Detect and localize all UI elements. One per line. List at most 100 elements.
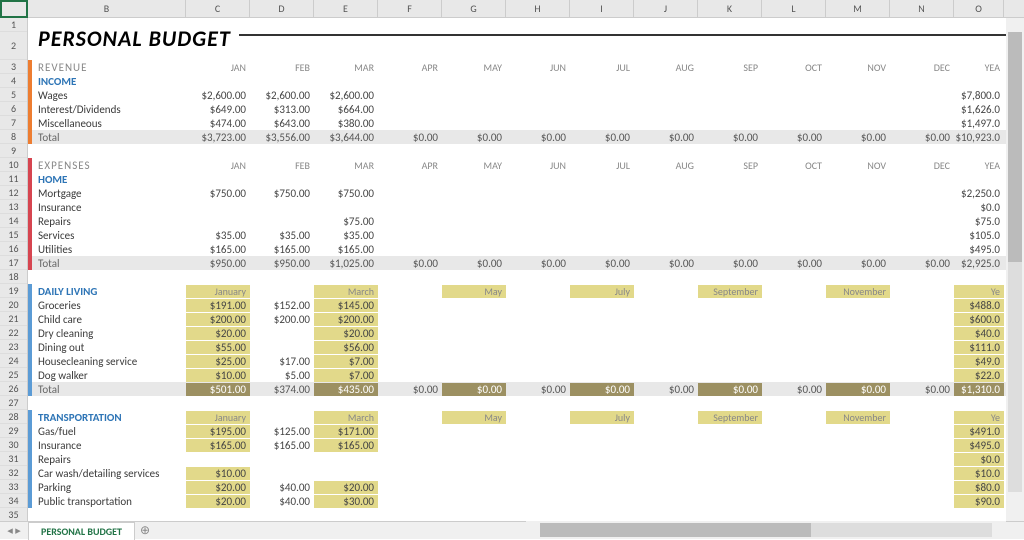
data-cell[interactable]: $7.00	[314, 369, 378, 382]
data-cell[interactable]: $495.0	[954, 243, 1004, 256]
data-cell[interactable]: $195.00	[186, 425, 250, 438]
data-cell[interactable]: $664.00	[314, 103, 378, 116]
data-cell[interactable]: $7.00	[314, 355, 378, 368]
total-cell[interactable]: $3,644.00	[314, 131, 378, 144]
data-cell[interactable]: $165.00	[314, 243, 378, 256]
row-header-18[interactable]: 18	[0, 270, 27, 284]
select-all-corner[interactable]	[0, 0, 28, 18]
data-cell[interactable]: $10.0	[954, 467, 1004, 480]
row-header-1[interactable]: 1	[0, 18, 27, 32]
data-cell[interactable]: $191.00	[186, 299, 250, 312]
total-cell[interactable]: $0.00	[442, 131, 506, 144]
col-header-E[interactable]: E	[314, 0, 378, 18]
data-cell[interactable]: $20.00	[186, 481, 250, 494]
total-cell[interactable]: $435.00	[314, 383, 378, 396]
data-cell[interactable]: $75.0	[954, 215, 1004, 228]
total-cell[interactable]: $0.00	[698, 383, 762, 396]
data-cell[interactable]: $491.0	[954, 425, 1004, 438]
data-cell[interactable]: $2,600.00	[186, 89, 250, 102]
data-cell[interactable]: $125.00	[250, 425, 314, 438]
col-header-I[interactable]: I	[570, 0, 634, 18]
row-header-20[interactable]: 20	[0, 298, 27, 312]
data-cell[interactable]: $5.00	[250, 369, 314, 382]
total-cell[interactable]: $0.00	[506, 131, 570, 144]
row-header-21[interactable]: 21	[0, 312, 27, 326]
data-cell[interactable]: $200.00	[250, 313, 314, 326]
total-cell[interactable]: $0.00	[506, 257, 570, 270]
row-header-35[interactable]: 35	[0, 508, 27, 521]
add-sheet-button[interactable]: ⊕	[135, 523, 155, 538]
col-header-O[interactable]: O	[954, 0, 1004, 18]
data-cell[interactable]: $20.00	[314, 481, 378, 494]
data-cell[interactable]: $20.00	[186, 327, 250, 340]
data-cell[interactable]: $750.00	[314, 187, 378, 200]
row-header-3[interactable]: 3	[0, 60, 27, 74]
row-header-15[interactable]: 15	[0, 228, 27, 242]
total-cell[interactable]: $0.00	[826, 383, 890, 396]
col-header-L[interactable]: L	[762, 0, 826, 18]
horizontal-scrollbar[interactable]	[526, 521, 1006, 539]
row-header-33[interactable]: 33	[0, 480, 27, 494]
total-cell[interactable]: $2,925.0	[954, 257, 1004, 270]
row-header-17[interactable]: 17	[0, 256, 27, 270]
total-cell[interactable]: $0.00	[570, 383, 634, 396]
row-header-24[interactable]: 24	[0, 354, 27, 368]
total-cell[interactable]: $0.00	[378, 383, 442, 396]
total-cell[interactable]: $0.00	[698, 257, 762, 270]
data-cell[interactable]: $17.00	[250, 355, 314, 368]
total-cell[interactable]: $0.00	[762, 257, 826, 270]
row-header-16[interactable]: 16	[0, 242, 27, 256]
data-cell[interactable]: $75.00	[314, 215, 378, 228]
row-header-29[interactable]: 29	[0, 424, 27, 438]
total-cell[interactable]: $501.00	[186, 383, 250, 396]
row-header-2[interactable]: 2	[0, 32, 27, 60]
hscroll-thumb[interactable]	[540, 523, 811, 537]
total-cell[interactable]: $0.00	[698, 131, 762, 144]
col-header-B[interactable]: B	[28, 0, 186, 18]
total-cell[interactable]: $0.00	[442, 383, 506, 396]
data-cell[interactable]: $49.0	[954, 355, 1004, 368]
tab-nav-prev[interactable]: ◂ ▸	[0, 524, 28, 537]
total-cell[interactable]: $950.00	[186, 257, 250, 270]
row-header-34[interactable]: 34	[0, 494, 27, 508]
row-header-19[interactable]: 19	[0, 284, 27, 298]
data-cell[interactable]: $7,800.0	[954, 89, 1004, 102]
data-cell[interactable]: $40.0	[954, 327, 1004, 340]
total-cell[interactable]: $0.00	[634, 131, 698, 144]
data-cell[interactable]: $25.00	[186, 355, 250, 368]
data-cell[interactable]: $200.00	[186, 313, 250, 326]
total-cell[interactable]: $0.00	[826, 131, 890, 144]
sheet-tab-active[interactable]: PERSONAL BUDGET	[28, 522, 135, 540]
data-cell[interactable]: $0.0	[954, 201, 1004, 214]
data-cell[interactable]: $165.00	[250, 439, 314, 452]
row-header-7[interactable]: 7	[0, 116, 27, 130]
total-cell[interactable]: $0.00	[890, 383, 954, 396]
data-cell[interactable]: $380.00	[314, 117, 378, 130]
data-cell[interactable]: $40.00	[250, 481, 314, 494]
col-header-D[interactable]: D	[250, 0, 314, 18]
data-cell[interactable]: $165.00	[314, 439, 378, 452]
data-cell[interactable]: $35.00	[314, 229, 378, 242]
row-header-6[interactable]: 6	[0, 102, 27, 116]
data-cell[interactable]: $649.00	[186, 103, 250, 116]
total-cell[interactable]: $0.00	[570, 131, 634, 144]
row-header-11[interactable]: 11	[0, 172, 27, 186]
data-cell[interactable]: $488.0	[954, 299, 1004, 312]
col-header-G[interactable]: G	[442, 0, 506, 18]
data-cell[interactable]: $56.00	[314, 341, 378, 354]
data-cell[interactable]: $600.0	[954, 313, 1004, 326]
row-header-28[interactable]: 28	[0, 410, 27, 424]
data-cell[interactable]: $1,626.0	[954, 103, 1004, 116]
row-header-27[interactable]: 27	[0, 396, 27, 410]
total-cell[interactable]: $0.00	[506, 383, 570, 396]
data-cell[interactable]: $200.00	[314, 313, 378, 326]
data-cell[interactable]: $1,497.0	[954, 117, 1004, 130]
row-header-12[interactable]: 12	[0, 186, 27, 200]
row-header-14[interactable]: 14	[0, 214, 27, 228]
data-cell[interactable]: $20.00	[314, 327, 378, 340]
data-cell[interactable]: $40.00	[250, 495, 314, 508]
col-header-F[interactable]: F	[378, 0, 442, 18]
data-cell[interactable]: $22.0	[954, 369, 1004, 382]
total-cell[interactable]: $1,310.0	[954, 383, 1004, 396]
row-header-30[interactable]: 30	[0, 438, 27, 452]
